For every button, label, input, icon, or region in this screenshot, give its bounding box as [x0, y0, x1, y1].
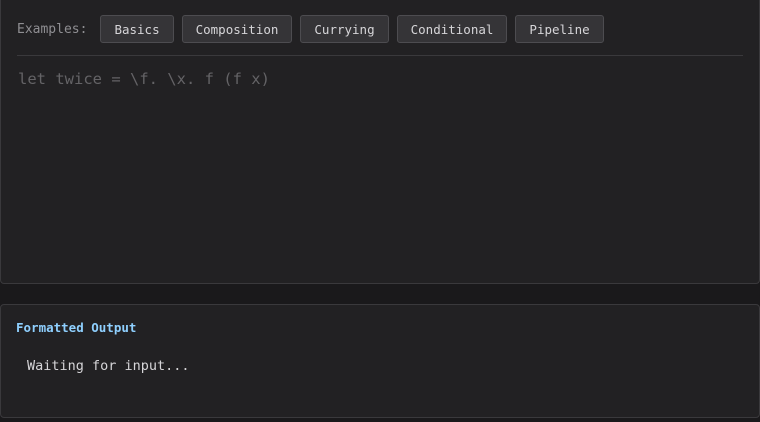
examples-bar: Examples: Basics Composition Currying Co…	[17, 15, 612, 43]
example-button-conditional[interactable]: Conditional	[396, 15, 508, 43]
example-button-basics[interactable]: Basics	[100, 15, 174, 43]
output-title: Formatted Output	[16, 320, 137, 335]
output-panel: Formatted Output Waiting for input...	[0, 304, 760, 418]
example-button-pipeline[interactable]: Pipeline	[515, 15, 604, 43]
divider	[17, 55, 743, 56]
code-input[interactable]	[17, 64, 743, 264]
output-status: Waiting for input...	[27, 358, 190, 374]
example-button-currying[interactable]: Currying	[300, 15, 389, 43]
editor-panel: Examples: Basics Composition Currying Co…	[0, 0, 760, 284]
example-button-composition[interactable]: Composition	[181, 15, 293, 43]
examples-label: Examples:	[17, 21, 88, 37]
